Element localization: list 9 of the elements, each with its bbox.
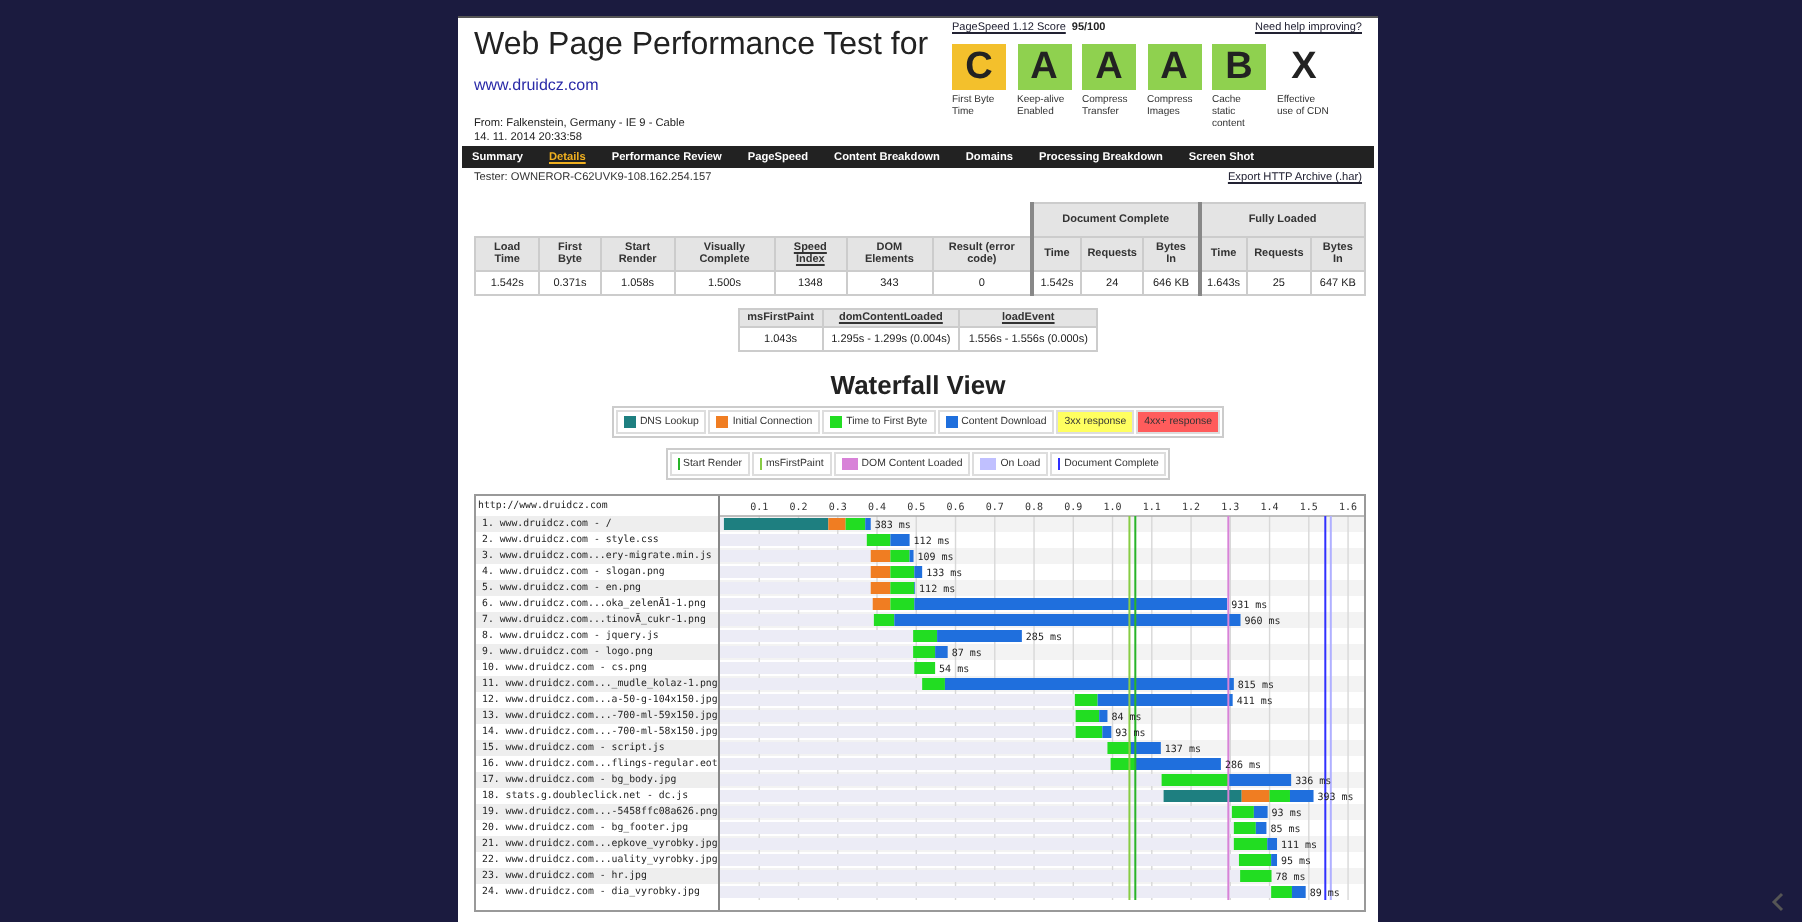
grade-tile: A xyxy=(1082,44,1136,90)
grade-tile: A xyxy=(1147,44,1201,90)
page-title: Web Page Performance Test for xyxy=(474,28,931,64)
grade-tile: A xyxy=(1017,44,1071,90)
site-link[interactable]: www.druidcz.com xyxy=(474,76,599,94)
grade-tile: C xyxy=(952,44,1006,90)
grade-tile: B xyxy=(1212,44,1266,90)
section-title: Waterfall View xyxy=(828,370,1008,400)
chevron-icon[interactable] xyxy=(1770,892,1786,912)
